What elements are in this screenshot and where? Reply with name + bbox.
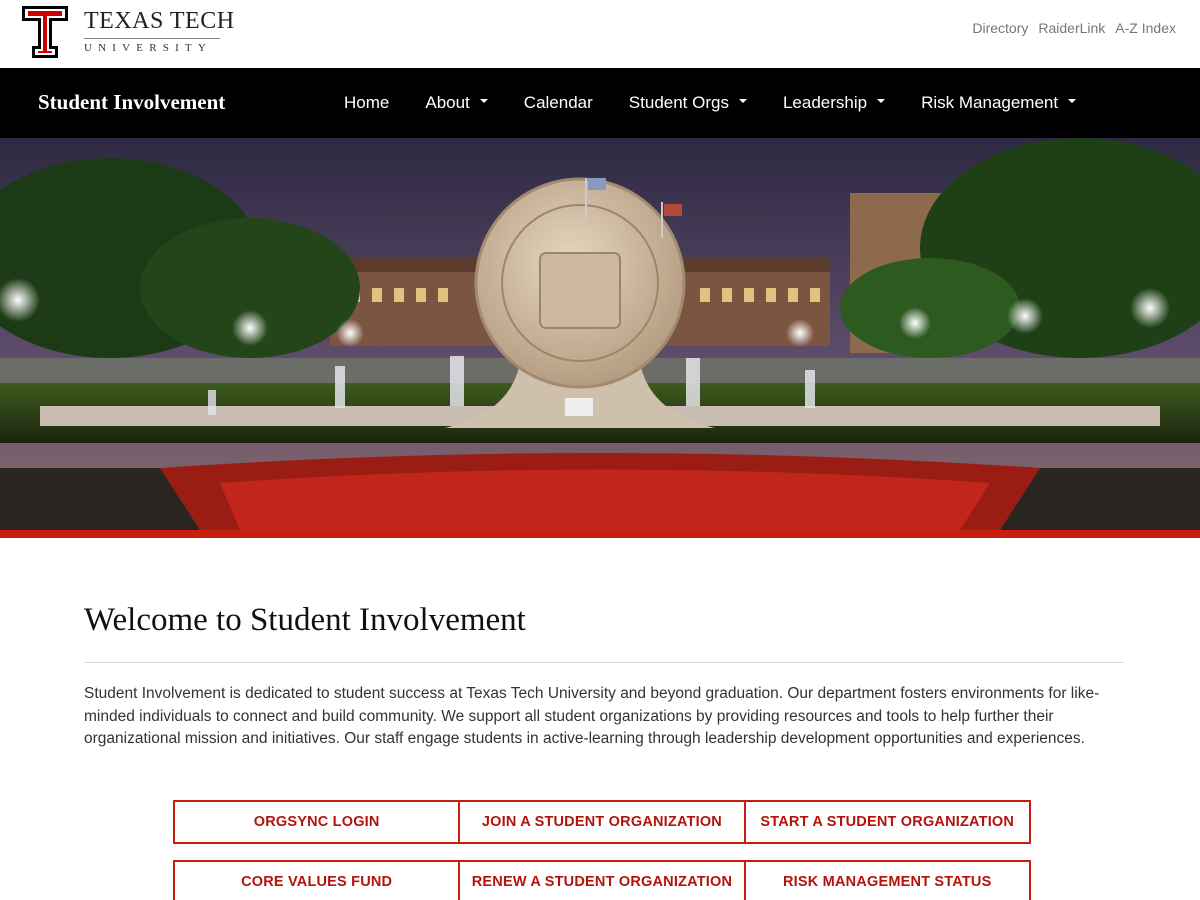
brand-wordmark[interactable]: TEXAS TECH UNIVERSITY — [84, 8, 235, 55]
risk-management-status-button[interactable]: RISK MANAGEMENT STATUS — [743, 860, 1031, 900]
orgsync-login-button[interactable]: ORGSYNC LOGIN — [173, 800, 461, 844]
nav-item-label: About — [425, 93, 470, 112]
hero-accent-band — [0, 530, 1200, 538]
raiderlink-link[interactable]: RaiderLink — [1038, 20, 1105, 36]
nav-item-about[interactable]: About — [407, 68, 505, 138]
double-t-logo-icon[interactable] — [22, 6, 68, 58]
page-title: Welcome to Student Involvement — [84, 602, 526, 638]
caret-down-icon — [1068, 99, 1077, 103]
nav-item-label: Risk Management — [921, 93, 1059, 112]
site-title[interactable]: Student Involvement — [38, 90, 225, 115]
join-student-org-button[interactable]: JOIN A STUDENT ORGANIZATION — [458, 800, 746, 844]
nav-item-label: Leadership — [782, 93, 868, 112]
intro-paragraph: Student Involvement is dedicated to stud… — [84, 685, 1100, 747]
nav-item-label: Home — [344, 93, 390, 112]
renew-student-org-button[interactable]: RENEW A STUDENT ORGANIZATION — [458, 860, 746, 900]
a-z-index-link[interactable]: A-Z Index — [1115, 20, 1176, 36]
quick-links-row: ORGSYNC LOGIN JOIN A STUDENT ORGANIZATIO… — [173, 800, 1035, 844]
nav-item-home[interactable]: Home — [326, 68, 407, 138]
nav-item-label: Calendar — [523, 93, 593, 112]
core-values-fund-button[interactable]: CORE VALUES FUND — [173, 860, 461, 900]
utility-links: Directory RaiderLink A-Z Index — [972, 20, 1176, 36]
quick-links-grid: ORGSYNC LOGIN JOIN A STUDENT ORGANIZATIO… — [173, 800, 1035, 900]
hero-image — [0, 138, 1200, 530]
caret-down-icon — [479, 99, 488, 103]
brand-name: TEXAS TECH — [84, 8, 235, 34]
quick-links-row: CORE VALUES FUND RENEW A STUDENT ORGANIZ… — [173, 860, 1035, 900]
main-navbar: Student Involvement Home About Calendar … — [0, 68, 1200, 138]
start-student-org-button[interactable]: START A STUDENT ORGANIZATION — [743, 800, 1031, 844]
main-nav: Home About Calendar Student Orgs Leaders… — [326, 68, 1094, 138]
nav-item-calendar[interactable]: Calendar — [506, 68, 611, 138]
nav-item-risk-management[interactable]: Risk Management — [903, 68, 1094, 138]
caret-down-icon — [877, 99, 886, 103]
nav-item-label: Student Orgs — [628, 93, 729, 112]
main-content: Welcome to Student Involvement Student I… — [84, 600, 1124, 751]
brand-subtitle: UNIVERSITY — [84, 42, 212, 54]
brand-rule — [84, 38, 220, 39]
top-utility-bar: TEXAS TECH UNIVERSITY Directory RaiderLi… — [0, 0, 1200, 68]
nav-item-student-orgs[interactable]: Student Orgs — [611, 68, 765, 138]
hero-campus-seal-illustration — [0, 138, 1200, 530]
nav-item-leadership[interactable]: Leadership — [765, 68, 903, 138]
caret-down-icon — [738, 99, 747, 103]
title-divider — [84, 662, 1124, 663]
directory-link[interactable]: Directory — [972, 20, 1028, 36]
